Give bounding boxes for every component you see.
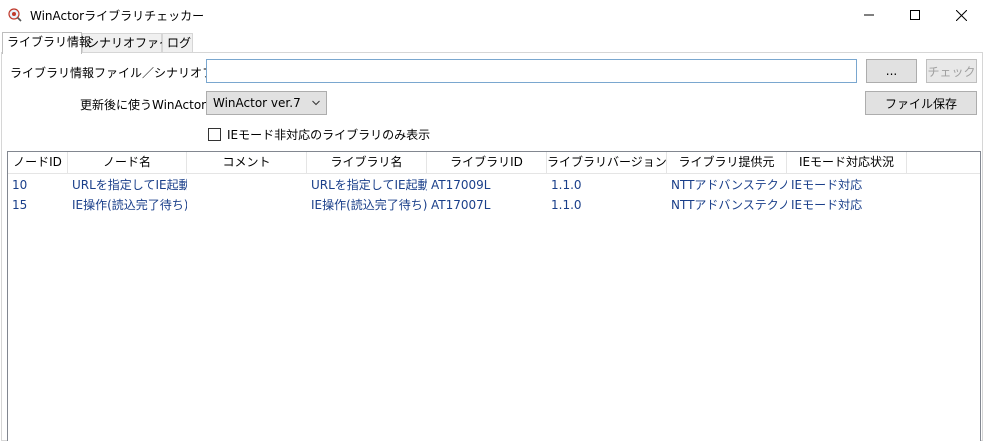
window-title: WinActorライブラリチェッカー	[30, 9, 205, 23]
cell-library-provider: NTTアドバンステクノロジ	[671, 178, 787, 192]
ie-only-checkbox-label[interactable]: IEモード非対応のライブラリのみ表示	[227, 126, 430, 143]
version-select[interactable]: WinActor ver.7	[206, 91, 327, 115]
cell-library-version: 1.1.0	[551, 198, 582, 212]
column-header-comment[interactable]: コメント	[187, 152, 307, 174]
column-header-node-name[interactable]: ノード名	[68, 152, 187, 174]
cell-node-name: IE操作(読込完了待ち)	[72, 198, 187, 212]
cell-ie-mode-status: IEモード対応	[791, 198, 863, 212]
title-bar: WinActorライブラリチェッカー	[0, 0, 984, 30]
app-icon	[8, 8, 22, 22]
column-header-ie-mode-status[interactable]: IEモード対応状況	[787, 152, 907, 174]
cell-node-id: 15	[12, 198, 28, 212]
version-select-value: WinActor ver.7	[213, 96, 301, 110]
cell-node-id: 10	[12, 178, 28, 192]
table-header: ノードID ノード名 コメント ライブラリ名 ライブラリID ライブラリバージョ…	[8, 152, 980, 174]
column-header-library-id[interactable]: ライブラリID	[427, 152, 547, 174]
tab-library-info[interactable]: ライブラリ情報	[2, 32, 91, 54]
cell-node-name: URLを指定してIE起動	[72, 178, 187, 192]
cell-library-name: IE操作(読込完了待ち)	[311, 198, 427, 212]
cell-library-id: AT17007L	[431, 198, 491, 212]
version-label: 更新後に使うWinActor	[80, 98, 207, 112]
minimize-button[interactable]	[846, 0, 892, 30]
cell-comment	[187, 195, 307, 215]
file-path-input[interactable]	[206, 59, 857, 83]
ie-only-checkbox[interactable]	[208, 128, 221, 141]
maximize-icon	[910, 10, 920, 20]
tab-scenario-file[interactable]: シナリオファイル	[82, 33, 183, 53]
check-button[interactable]: チェック	[926, 59, 977, 83]
cell-library-name: URLを指定してIE起動	[311, 178, 427, 192]
save-file-button[interactable]: ファイル保存	[865, 91, 977, 115]
column-header-node-id[interactable]: ノードID	[8, 152, 68, 174]
column-header-library-provider[interactable]: ライブラリ提供元	[667, 152, 787, 174]
cell-ie-mode-status: IEモード対応	[791, 178, 863, 192]
cell-library-id: AT17009L	[431, 178, 491, 192]
library-table[interactable]: ノードID ノード名 コメント ライブラリ名 ライブラリID ライブラリバージョ…	[7, 151, 981, 441]
close-icon	[955, 9, 967, 21]
table-row[interactable]: 15 IE操作(読込完了待ち) IE操作(読込完了待ち) AT17007L 1.…	[8, 195, 980, 215]
chevron-down-icon	[312, 100, 320, 106]
table-row[interactable]: 10 URLを指定してIE起動 URLを指定してIE起動 AT17009L 1.…	[8, 175, 980, 195]
column-header-library-name[interactable]: ライブラリ名	[307, 152, 427, 174]
cell-library-provider: NTTアドバンステクノロジ	[671, 198, 787, 212]
close-button[interactable]	[938, 0, 984, 30]
tab-strip: ライブラリ情報 シナリオファイル ログ	[0, 32, 984, 54]
tab-log[interactable]: ログ	[162, 33, 193, 53]
browse-button[interactable]: ...	[866, 59, 917, 83]
maximize-button[interactable]	[892, 0, 938, 30]
cell-library-version: 1.1.0	[551, 178, 582, 192]
minimize-icon	[864, 14, 874, 16]
column-header-library-version[interactable]: ライブラリバージョン	[547, 152, 667, 174]
cell-comment	[187, 175, 307, 195]
